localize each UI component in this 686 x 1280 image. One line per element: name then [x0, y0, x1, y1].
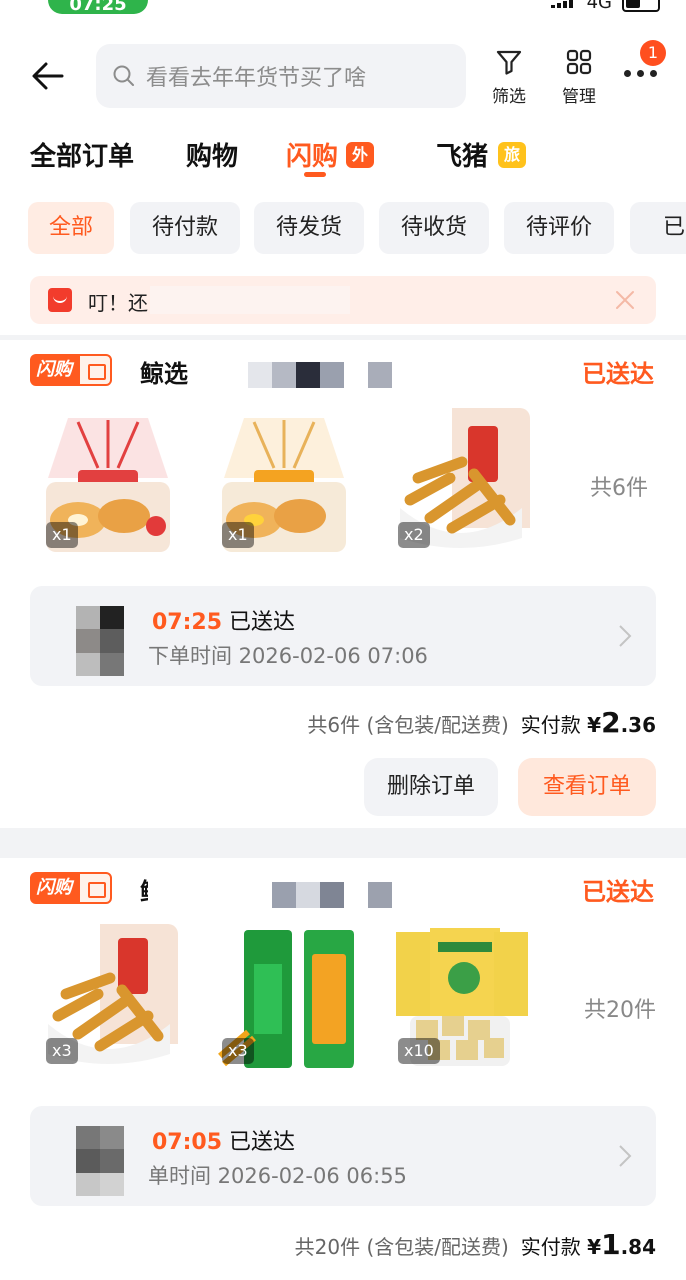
shop-name[interactable]: 鲸选	[140, 354, 188, 389]
status-time-pill: 07:25	[48, 0, 148, 15]
notice-text: 叮！还	[88, 291, 148, 315]
tab-all-orders[interactable]: 全部订单	[30, 136, 134, 173]
close-icon[interactable]	[614, 289, 636, 311]
tab-fliggy[interactable]: 飞猪	[436, 136, 488, 173]
delivery-status: 07:25 已送达	[152, 604, 295, 636]
delivery-status: 07:05 已送达	[152, 1124, 295, 1156]
status-right: 4G	[550, 0, 660, 13]
brand-tag: 闪购	[30, 872, 78, 904]
top-header-area: 07:25 4G 看看去年年货节买了啥 筛选 管理 1 全部订单 购物 闪购 外…	[0, 0, 686, 335]
item-count: 共20件	[584, 998, 656, 1023]
tab-flash-buy[interactable]: 闪购	[286, 136, 338, 173]
order-time: 单时间 2026-02-06 06:55	[148, 1164, 407, 1188]
currency: ¥	[587, 713, 602, 737]
chip-pending-review[interactable]: 待评价	[504, 202, 614, 254]
redacted-mosaic	[272, 882, 392, 908]
rider-avatar	[76, 1126, 124, 1196]
order-summary: 共20件 (含包装/配送费) 实付款 ¥1.84	[295, 1228, 656, 1261]
filter-icon	[496, 50, 522, 75]
item-count: 共6件	[590, 476, 648, 501]
product-thumb[interactable]: x1	[214, 408, 354, 556]
quantity-badge: x3	[222, 1038, 254, 1064]
delivery-text: 已送达	[229, 1130, 296, 1155]
back-arrow-icon[interactable]	[30, 58, 66, 94]
grid-icon	[566, 49, 592, 75]
summary-text: 共6件 (含包装/配送费)	[307, 713, 509, 737]
notice-banner[interactable]: 叮！还	[30, 276, 656, 324]
product-thumb[interactable]: x2	[390, 408, 530, 556]
redacted-area	[150, 286, 350, 314]
search-input[interactable]: 看看去年年货节买了啥	[96, 44, 466, 108]
product-thumb[interactable]: x10	[390, 924, 530, 1072]
quantity-badge: x10	[398, 1038, 440, 1064]
flash-buy-logo: 闪购	[30, 354, 112, 386]
amount-int: 1	[601, 1228, 621, 1261]
quantity-badge: x1	[222, 522, 254, 548]
order-card: 闪购 鲸选 已送达 x3 x3	[0, 858, 686, 1280]
red-envelope-icon	[48, 288, 72, 312]
chip-all[interactable]: 全部	[28, 202, 114, 254]
manage-label: 管理	[562, 87, 596, 107]
bag-icon	[78, 872, 112, 904]
view-order-button[interactable]: 查看订单	[518, 758, 656, 816]
amount-int: 2	[601, 706, 621, 739]
order-summary: 共6件 (含包装/配送费) 实付款 ¥2.36	[307, 706, 656, 739]
brand-tag: 闪购	[30, 354, 78, 386]
quantity-badge: x1	[46, 522, 78, 548]
delivery-info[interactable]: 07:05 已送达 单时间 2026-02-06 06:55	[30, 1106, 656, 1206]
rider-avatar	[76, 606, 124, 676]
product-thumb[interactable]: x3	[38, 924, 178, 1072]
redacted-mosaic	[148, 878, 208, 904]
takeout-tag: 外卖	[346, 142, 375, 190]
chevron-right-icon	[619, 1145, 632, 1167]
chip-closed[interactable]: 已关	[630, 202, 686, 254]
amount-dec: .36	[620, 713, 656, 737]
search-placeholder: 看看去年年货节买了啥	[146, 66, 367, 91]
quantity-badge: x2	[398, 522, 430, 548]
delivery-time: 07:25	[152, 610, 223, 635]
delete-order-button[interactable]: 删除订单	[364, 758, 498, 816]
search-icon	[113, 65, 134, 86]
chip-pending-payment[interactable]: 待付款	[130, 202, 240, 254]
active-tab-indicator	[304, 172, 326, 177]
chevron-right-icon	[619, 625, 632, 647]
delivery-info[interactable]: 07:25 已送达 下单时间 2026-02-06 07:06	[30, 586, 656, 686]
more-icon[interactable]	[624, 70, 657, 77]
chip-pending-receipt[interactable]: 待收货	[379, 202, 489, 254]
travel-tag: 旅行	[498, 142, 527, 190]
filter-button[interactable]: 筛选	[474, 48, 544, 107]
amount-dec: .84	[620, 1235, 656, 1259]
signal-icon	[550, 0, 577, 8]
bag-icon	[78, 354, 112, 386]
paid-label: 实付款	[520, 713, 581, 737]
redacted-mosaic	[248, 362, 392, 388]
order-card: 闪购 鲸选 已送达 x1 x1 x2 共6件 07:25 已送达 下单时间 20…	[0, 340, 686, 828]
network-label: 4G	[586, 0, 612, 13]
quantity-badge: x3	[46, 1038, 78, 1064]
summary-text: 共20件 (含包装/配送费)	[294, 1235, 509, 1259]
notification-badge: 1	[640, 40, 666, 66]
status-filter-chips: 全部 待付款 待发货 待收货 待评价 已关	[28, 202, 686, 254]
order-time: 下单时间 2026-02-06 07:06	[148, 644, 428, 668]
delivery-time: 07:05	[152, 1130, 223, 1155]
paid-label: 实付款	[520, 1235, 581, 1259]
flash-buy-logo: 闪购	[30, 872, 112, 904]
product-thumb[interactable]: x3	[214, 924, 354, 1072]
tab-shopping[interactable]: 购物	[186, 136, 238, 173]
product-thumb[interactable]: x1	[38, 408, 178, 556]
manage-button[interactable]: 管理	[544, 48, 614, 107]
order-status: 已送达	[582, 878, 654, 906]
battery-icon	[622, 0, 660, 12]
currency: ¥	[587, 1235, 602, 1259]
delivery-text: 已送达	[229, 610, 296, 635]
order-status: 已送达	[582, 360, 654, 388]
filter-label: 筛选	[492, 87, 526, 107]
chip-pending-shipment[interactable]: 待发货	[254, 202, 364, 254]
